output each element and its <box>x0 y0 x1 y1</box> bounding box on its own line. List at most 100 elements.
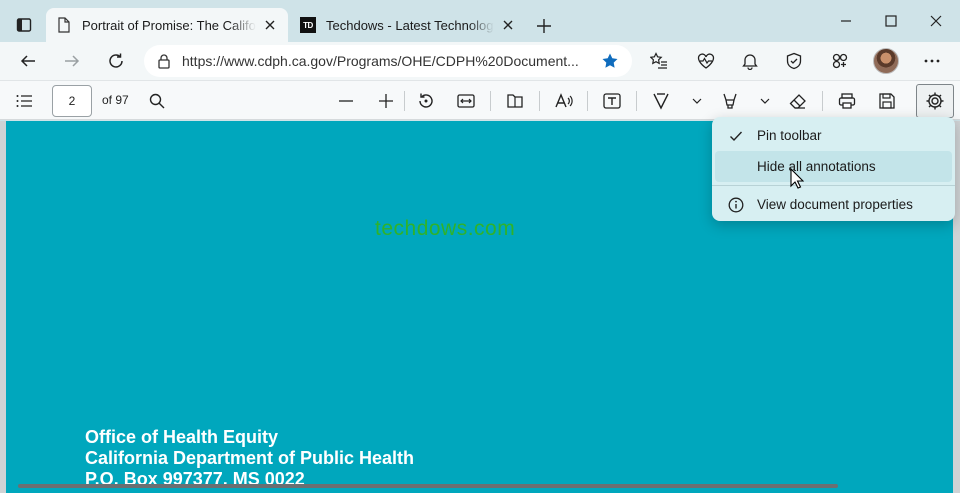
tab-portrait-of-promise[interactable]: Portrait of Promise: The California Stat… <box>46 8 288 42</box>
toolbar-divider <box>539 91 540 111</box>
menu-item-label: Pin toolbar <box>757 128 822 143</box>
close-icon <box>930 15 942 27</box>
toolbar-divider <box>636 91 637 111</box>
read-aloud-icon <box>555 93 573 108</box>
maximize-icon <box>885 15 897 27</box>
highlight-options-dropdown[interactable] <box>751 87 779 115</box>
browser-essentials-button[interactable] <box>778 45 810 77</box>
settings-and-more-button[interactable] <box>916 45 948 77</box>
table-of-contents-button[interactable] <box>10 87 38 115</box>
minus-icon <box>339 100 353 102</box>
chevron-down-icon <box>692 98 702 104</box>
print-button[interactable] <box>833 87 861 115</box>
horizontal-scrollbar[interactable] <box>18 484 838 488</box>
pdf-settings-button[interactable] <box>916 84 954 118</box>
chevron-down-icon <box>760 98 770 104</box>
tab-title: Techdows - Latest Technology News <box>326 17 494 33</box>
pdf-settings-menu: Pin toolbar Hide all annotations View do… <box>712 117 955 221</box>
list-icon <box>16 95 32 107</box>
add-text-button[interactable] <box>598 87 626 115</box>
tab-title: Portrait of Promise: The California Stat… <box>82 17 256 33</box>
gear-icon <box>926 92 944 110</box>
highlighter-icon <box>723 93 737 109</box>
tab-techdows[interactable]: TD Techdows - Latest Technology News <box>290 8 526 42</box>
menu-item-hide-all-annotations[interactable]: Hide all annotations <box>715 151 952 182</box>
checkmark-icon <box>727 127 745 145</box>
toolbar-divider <box>404 91 405 111</box>
toolbar-divider <box>822 91 823 111</box>
save-button[interactable] <box>873 87 901 115</box>
printer-icon <box>838 93 856 109</box>
bell-icon <box>742 54 758 70</box>
extensions-button[interactable] <box>824 45 856 77</box>
mouse-pointer-icon <box>790 168 804 189</box>
health-button[interactable] <box>690 45 722 77</box>
toolbar-divider <box>587 91 588 111</box>
zoom-in-button[interactable] <box>372 87 400 115</box>
more-dots-icon <box>924 59 940 63</box>
rotate-icon <box>419 93 433 108</box>
plus-icon <box>379 94 393 108</box>
menu-divider <box>712 185 955 186</box>
menu-item-view-document-properties[interactable]: View document properties <box>715 189 952 220</box>
profile-avatar[interactable] <box>873 48 899 74</box>
draw-options-dropdown[interactable] <box>683 87 711 115</box>
close-tab-icon[interactable] <box>262 17 278 33</box>
page-view-icon <box>507 94 523 108</box>
notifications-button[interactable] <box>734 45 766 77</box>
back-arrow-icon <box>20 55 35 67</box>
page-number-input[interactable]: 2 <box>52 85 92 117</box>
fit-width-icon <box>457 94 475 108</box>
menu-item-pin-toolbar[interactable]: Pin toolbar <box>715 120 952 151</box>
page-view-button[interactable] <box>501 87 529 115</box>
tab-actions-icon <box>16 18 32 32</box>
read-aloud-button[interactable] <box>550 87 578 115</box>
favorite-star-icon[interactable] <box>600 51 620 71</box>
refresh-button[interactable] <box>100 45 132 77</box>
watermark-text: techdows.com <box>375 217 516 240</box>
find-button[interactable] <box>143 87 171 115</box>
tab-strip: Portrait of Promise: The California Stat… <box>0 0 960 42</box>
new-tab-button[interactable] <box>530 12 558 40</box>
toolbar-divider <box>490 91 491 111</box>
erase-button[interactable] <box>784 87 812 115</box>
puzzle-icon <box>832 53 848 69</box>
fit-to-width-button[interactable] <box>452 87 480 115</box>
address-line: California Department of Public Health <box>85 448 415 468</box>
lock-icon[interactable] <box>156 53 172 69</box>
minimize-icon <box>841 20 851 22</box>
close-window-button[interactable] <box>914 8 958 34</box>
info-icon <box>727 196 745 214</box>
favorites-list-icon <box>650 52 667 69</box>
close-tab-icon[interactable] <box>500 17 516 33</box>
favorites-button[interactable] <box>643 45 675 77</box>
address-block: Office of Health Equity California Depar… <box>85 427 414 490</box>
menu-item-label: View document properties <box>757 197 913 212</box>
highlight-button[interactable] <box>716 87 744 115</box>
address-bar[interactable]: https://www.cdph.ca.gov/Programs/OHE/CDP… <box>144 45 632 77</box>
zoom-out-button[interactable] <box>332 87 360 115</box>
maximize-button[interactable] <box>869 8 913 34</box>
draw-icon <box>653 93 669 110</box>
refresh-icon <box>109 53 123 68</box>
tab-actions-button[interactable] <box>8 9 40 41</box>
plus-icon <box>537 19 551 33</box>
url-text[interactable]: https://www.cdph.ca.gov/Programs/OHE/CDP… <box>182 53 600 69</box>
draw-button[interactable] <box>647 87 675 115</box>
forward-button[interactable] <box>56 45 88 77</box>
navigation-bar: https://www.cdph.ca.gov/Programs/OHE/CDP… <box>0 42 960 80</box>
save-disk-icon <box>879 93 895 109</box>
forward-arrow-icon <box>65 55 80 67</box>
minimize-button[interactable] <box>824 8 868 34</box>
menu-item-label: Hide all annotations <box>757 159 876 174</box>
text-box-icon <box>603 93 621 109</box>
search-icon <box>149 93 165 109</box>
pdf-toolbar: 2 of 97 <box>0 80 960 120</box>
shield-icon <box>786 52 802 70</box>
back-button[interactable] <box>12 45 44 77</box>
address-line: Office of Health Equity <box>85 427 279 447</box>
page-count-label: of 97 <box>102 93 129 107</box>
heart-pulse-icon <box>697 53 715 69</box>
document-icon <box>56 17 72 33</box>
rotate-button[interactable] <box>412 87 440 115</box>
